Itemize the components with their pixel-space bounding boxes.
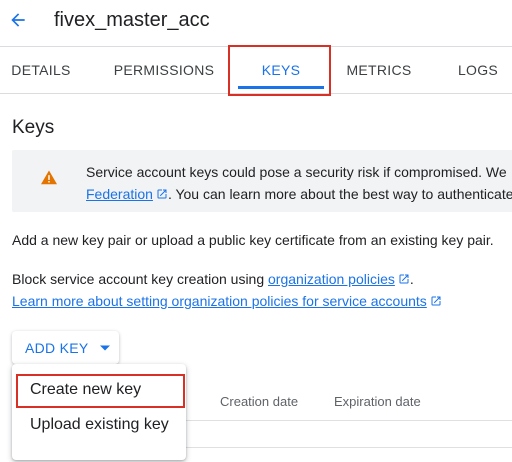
arrow-back-icon <box>11 13 25 27</box>
dropdown-arrow-icon <box>99 345 110 350</box>
top-bar: fivex_master_acc <box>0 0 512 46</box>
tab-details[interactable]: DETAILS <box>0 47 82 93</box>
warning-line-2: Federation . You can learn more about the… <box>86 183 512 205</box>
learn-more-policies-link[interactable]: Learn more about setting organization po… <box>12 293 427 309</box>
section-title: Keys <box>12 117 55 138</box>
menu-item-upload-existing-key[interactable]: Upload existing key <box>12 409 186 441</box>
policy-line: Block service account key creation using… <box>12 268 414 290</box>
tab-logs[interactable]: LOGS <box>444 47 512 93</box>
menu-item-create-new-key[interactable]: Create new key <box>12 374 186 406</box>
active-tab-indicator <box>238 86 324 89</box>
back-button[interactable] <box>4 6 32 34</box>
organization-policies-link[interactable]: organization policies <box>268 271 395 287</box>
warning-line-2-text: . You can learn more about the best way … <box>167 186 512 202</box>
policy-learn-more-line: Learn more about setting organization po… <box>12 290 442 312</box>
add-key-button[interactable]: ADD KEY <box>12 331 119 364</box>
tab-metrics[interactable]: METRICS <box>336 47 422 93</box>
warning-text: Service account keys could pose a securi… <box>86 161 512 205</box>
tab-permissions[interactable]: PERMISSIONS <box>104 47 224 93</box>
intro-text: Add a new key pair or upload a public ke… <box>12 232 494 248</box>
external-link-icon <box>157 189 167 199</box>
external-link-icon <box>431 296 441 306</box>
page-title: fivex_master_acc <box>54 9 210 31</box>
policy-text-prefix: Block service account key creation using <box>12 271 269 287</box>
column-expiration-date: Expiration date <box>334 394 421 409</box>
add-key-label: ADD KEY <box>25 339 89 356</box>
column-creation-date: Creation date <box>220 394 299 409</box>
policy-suffix: . <box>409 271 414 287</box>
tab-bar: DETAILS PERMISSIONS KEYS METRICS LOGS <box>0 46 512 94</box>
warning-icon <box>41 170 57 185</box>
external-link-icon <box>399 274 409 284</box>
warning-line-1: Service account keys could pose a securi… <box>86 164 507 180</box>
security-warning-banner: Service account keys could pose a securi… <box>12 150 512 212</box>
add-key-menu: Create new key Upload existing key <box>12 364 186 460</box>
federation-link[interactable]: Federation <box>86 186 153 202</box>
